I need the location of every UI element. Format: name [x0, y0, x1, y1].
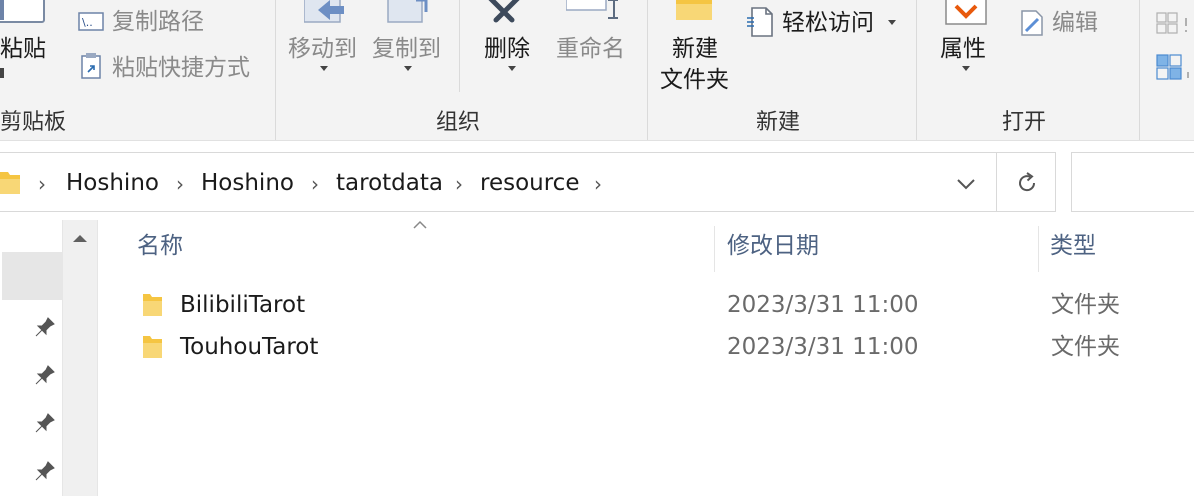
- edit-button[interactable]: 编辑: [1016, 6, 1126, 40]
- paste-label: 粘贴: [0, 36, 46, 62]
- clipboard-group-label: 剪贴板: [0, 110, 67, 135]
- paste-shortcut-label: 粘贴快捷方式: [112, 55, 250, 81]
- organize-inner-divider: [459, 0, 460, 92]
- pin-icon[interactable]: [34, 316, 56, 338]
- copy-to-button[interactable]: 复制到: [368, 0, 448, 100]
- paste-shortcut-button[interactable]: 粘贴快捷方式: [76, 50, 266, 84]
- open-group-label: 打开: [1002, 110, 1047, 135]
- file-name: BilibiliTarot: [180, 292, 306, 318]
- file-modified: 2023/3/31 11:00: [727, 334, 919, 360]
- file-name: TouhouTarot: [180, 334, 319, 360]
- paste-dropdown-marker: [0, 68, 4, 78]
- address-history-dropdown-icon[interactable]: [955, 176, 977, 192]
- pin-icon[interactable]: [34, 460, 56, 482]
- invert-selection-icon: [1156, 54, 1189, 80]
- file-type: 文件夹: [1051, 334, 1120, 360]
- rename-icon: [566, 0, 618, 19]
- copy-path-label: 复制路径: [112, 9, 204, 35]
- group-divider: [916, 0, 917, 140]
- pin-icon[interactable]: [34, 412, 56, 434]
- copy-to-label: 复制到: [372, 36, 441, 62]
- refresh-icon[interactable]: [1014, 170, 1040, 196]
- table-row[interactable]: TouhouTarot 2023/3/31 11:00 文件夹: [130, 326, 1194, 368]
- group-divider: [647, 0, 648, 140]
- easy-access-label: 轻松访问: [782, 10, 874, 36]
- rename-label: 重命名: [556, 36, 625, 62]
- select-all-icon: [1156, 12, 1187, 34]
- folder-icon: [676, 0, 712, 20]
- new-group-label: 新建: [756, 110, 801, 135]
- paste-button[interactable]: 粘贴: [0, 0, 60, 100]
- easy-access-dropdown-arrow: [888, 20, 896, 25]
- breadcrumb-chevron[interactable]: ›: [311, 174, 319, 194]
- copy-path-icon: \..: [78, 12, 104, 31]
- new-folder-label-line2: 文件夹: [660, 67, 729, 93]
- new-folder-button[interactable]: 新建 文件夹: [656, 0, 738, 100]
- breadcrumb-chevron[interactable]: ›: [176, 174, 184, 194]
- properties-dropdown-arrow: [962, 66, 970, 71]
- copy-to-icon: [387, 0, 428, 23]
- move-to-dropdown-arrow: [320, 66, 328, 71]
- copy-path-button[interactable]: \.. 复制路径: [76, 6, 266, 38]
- pin-icon[interactable]: [34, 364, 56, 386]
- new-folder-label-line1: 新建: [672, 36, 718, 62]
- delete-button[interactable]: 删除: [476, 0, 542, 100]
- breadcrumb-chevron[interactable]: ›: [455, 174, 463, 194]
- delete-label: 删除: [484, 36, 530, 62]
- easy-access-icon: [747, 7, 773, 37]
- nav-scrollbar[interactable]: [62, 220, 98, 496]
- edit-label: 编辑: [1052, 10, 1098, 36]
- rename-button[interactable]: 重命名: [554, 0, 634, 100]
- column-divider[interactable]: [714, 226, 715, 272]
- svg-text:\..: \..: [82, 16, 93, 29]
- paste-shortcut-icon: [81, 53, 101, 79]
- folder-icon: [143, 294, 162, 316]
- move-to-icon: [304, 0, 344, 23]
- address-divider: [996, 153, 997, 211]
- breadcrumb-chevron[interactable]: ›: [594, 174, 602, 194]
- properties-icon: [945, 0, 987, 25]
- breadcrumb-item[interactable]: Hoshino: [66, 172, 159, 195]
- group-divider: [275, 0, 276, 140]
- delete-icon: [488, 0, 520, 23]
- paste-icon: [0, 0, 45, 23]
- nav-selected-item[interactable]: [2, 252, 62, 300]
- scroll-up-icon[interactable]: [71, 232, 89, 244]
- invert-selection-button[interactable]: [1152, 52, 1194, 84]
- easy-access-button[interactable]: 轻松访问: [744, 4, 904, 38]
- move-to-label: 移动到: [288, 36, 357, 62]
- table-row[interactable]: BilibiliTarot 2023/3/31 11:00 文件夹: [130, 284, 1194, 326]
- delete-dropdown-arrow: [508, 66, 516, 71]
- move-to-button[interactable]: 移动到: [284, 0, 364, 100]
- breadcrumb-item[interactable]: tarotdata: [336, 172, 443, 195]
- column-header-type[interactable]: 类型: [1050, 235, 1096, 258]
- file-type: 文件夹: [1051, 292, 1120, 318]
- folder-icon: [143, 336, 162, 358]
- select-all-button[interactable]: [1152, 10, 1194, 38]
- edit-icon: [1021, 10, 1043, 36]
- group-divider: [1139, 0, 1140, 140]
- column-divider[interactable]: [1038, 226, 1039, 272]
- organize-group-label: 组织: [436, 110, 481, 135]
- breadcrumb-item[interactable]: Hoshino: [201, 172, 294, 195]
- folder-icon: [0, 172, 20, 194]
- copy-to-dropdown-arrow: [404, 66, 412, 71]
- file-modified: 2023/3/31 11:00: [727, 292, 919, 318]
- column-header-modified[interactable]: 修改日期: [727, 235, 819, 258]
- ribbon: 粘贴 \.. 复制路径 粘贴快捷方式 剪贴板 移动到 复制到 删除 重命名 组织…: [0, 0, 1194, 141]
- sort-ascending-icon: [413, 220, 427, 229]
- properties-button[interactable]: 属性: [930, 0, 1000, 100]
- breadcrumb-item[interactable]: resource: [480, 172, 579, 195]
- search-input[interactable]: [1071, 152, 1194, 212]
- properties-label: 属性: [940, 36, 986, 62]
- column-header-name[interactable]: 名称: [137, 235, 183, 258]
- breadcrumb-chevron[interactable]: ›: [38, 174, 46, 194]
